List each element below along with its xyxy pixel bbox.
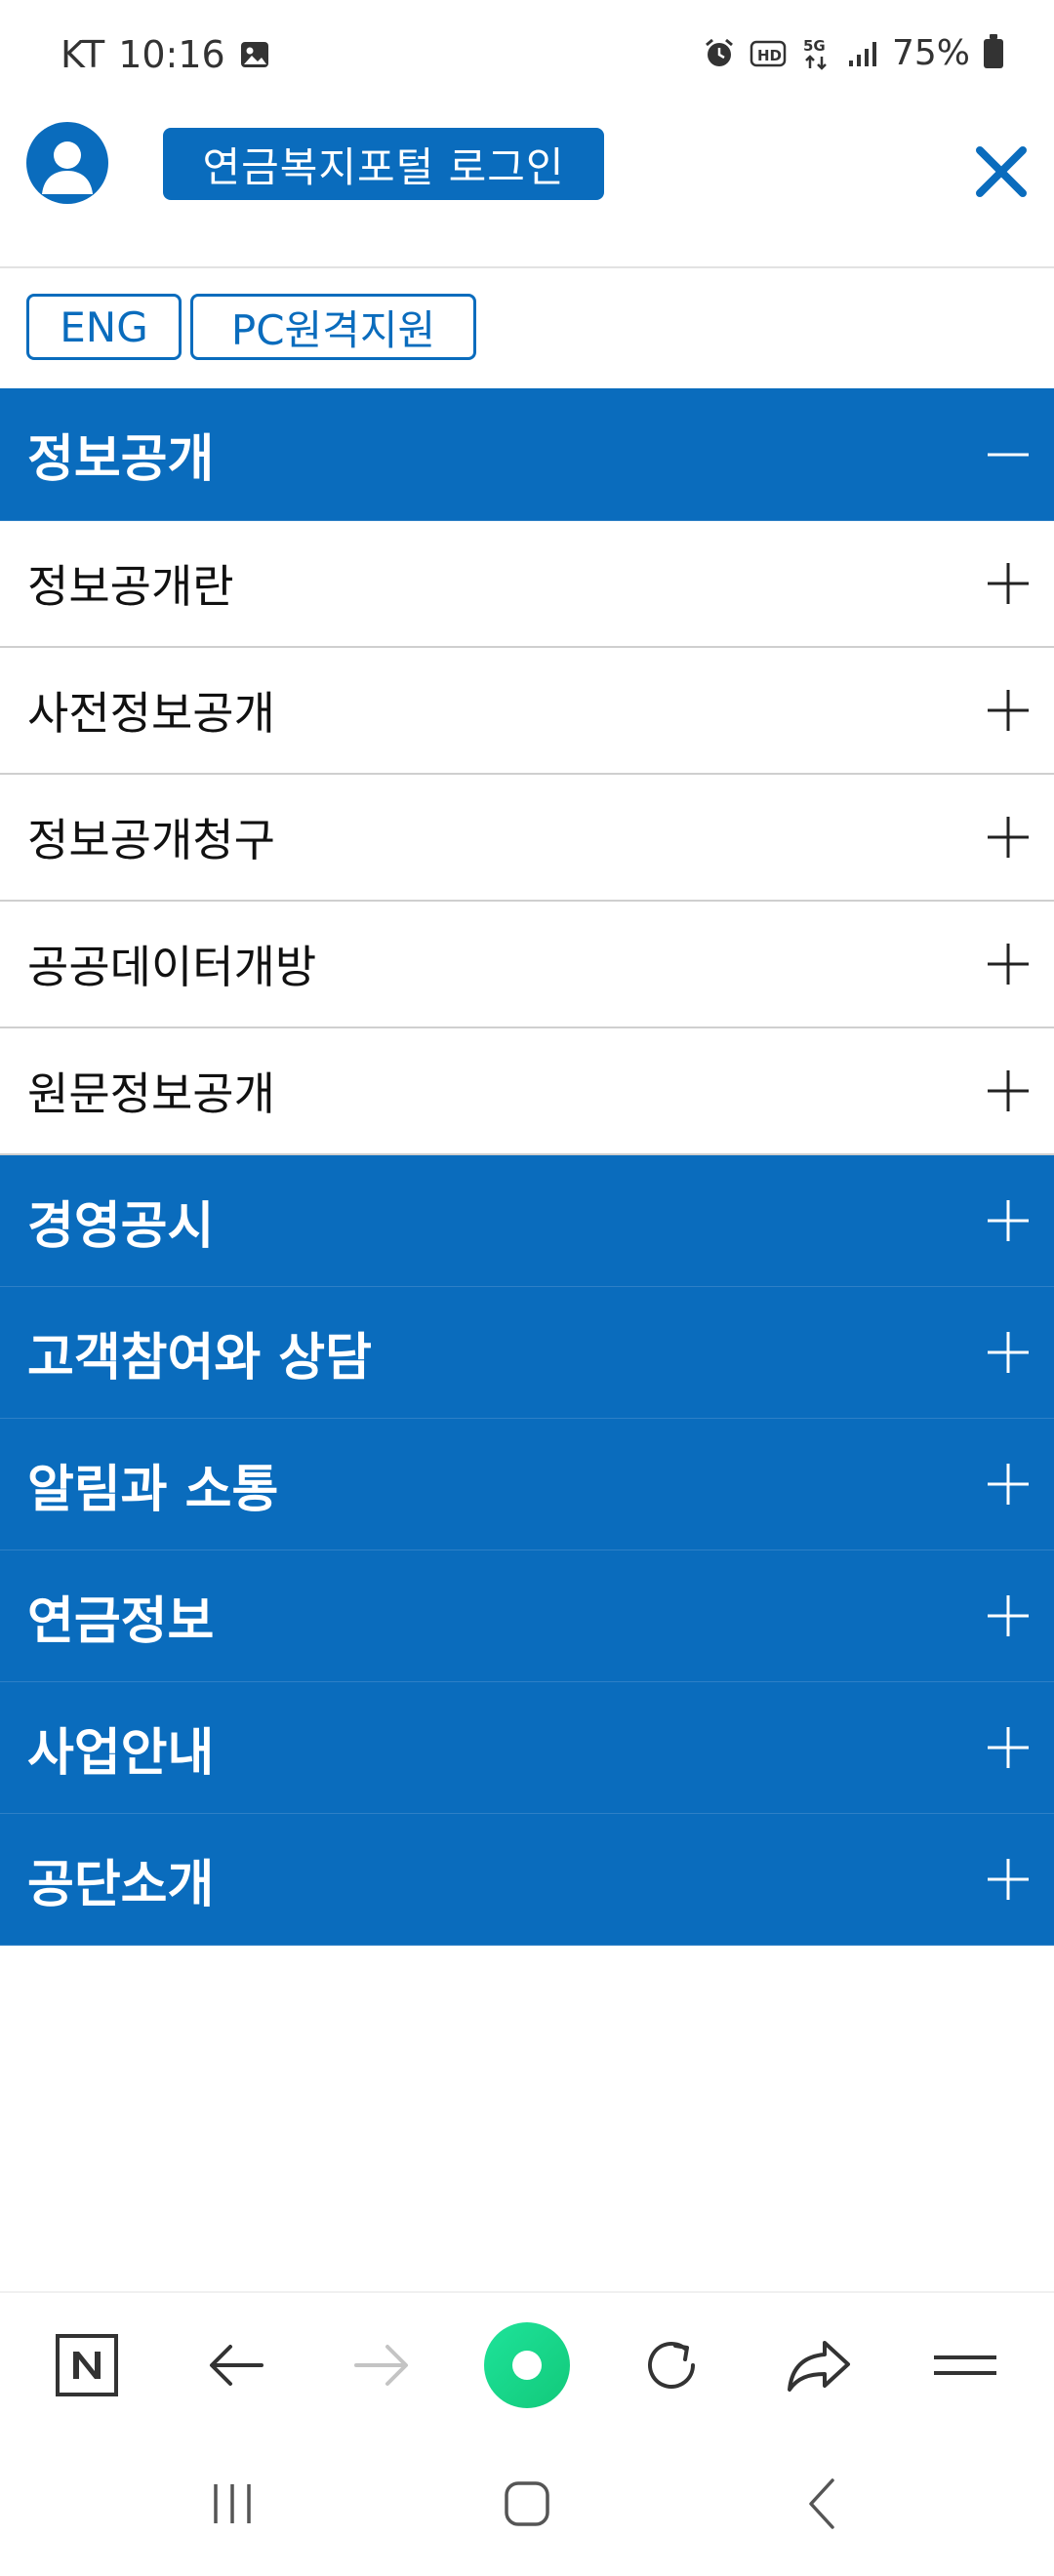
submenu-item-prior-disclosure[interactable]: 사전정보공개 [0,648,1054,775]
menu-section-management-disclosure[interactable]: 경영공시 [0,1155,1054,1287]
menu-section-about[interactable]: 공단소개 [0,1814,1054,1946]
back-arrow-icon[interactable] [182,2293,290,2437]
submenu-item-disclosure-request[interactable]: 정보공개청구 [0,775,1054,902]
submenu-item-label: 공공데이터개방 [27,941,317,993]
svg-text:5G: 5G [803,37,826,55]
plus-icon [988,563,1029,604]
menu-section-label: 사업안내 [27,1723,215,1783]
eng-button[interactable]: ENG [26,294,182,360]
menu-section-label: 알림과 소통 [27,1460,279,1519]
status-bar: KT 10:16 HD 5G 75% [0,0,1054,115]
menu-section-label: 공단소개 [27,1855,215,1914]
menu-header: 연금복지포털 로그인 [0,115,1054,268]
login-button[interactable]: 연금복지포털 로그인 [163,128,604,200]
battery-icon [984,33,1003,68]
close-icon[interactable] [970,141,1033,203]
menu-section-customer-participation[interactable]: 고객참여와 상담 [0,1287,1054,1419]
submenu-item-original-text-disclosure[interactable]: 원문정보공개 [0,1028,1054,1155]
menu-section-label: 경영공시 [27,1196,215,1256]
submenu-item-label: 정보공개란 [27,560,234,613]
battery-label: 75% [891,33,970,73]
status-right: HD 5G 75% [703,33,1003,73]
menu-section-news-communication[interactable]: 알림과 소통 [0,1419,1054,1550]
plus-icon [988,1464,1029,1505]
menu-section-info-disclosure[interactable]: 정보공개 [0,388,1054,521]
menu-section-label: 정보공개 [27,430,215,489]
time-label: 10:16 [118,33,225,76]
image-icon [239,40,270,69]
system-back-icon[interactable] [769,2455,876,2553]
browser-toolbar [0,2291,1054,2437]
status-left: KT 10:16 [61,33,270,76]
plus-icon [988,817,1029,858]
plus-icon [988,1332,1029,1373]
submenu-item-info-disclosure-intro[interactable]: 정보공개란 [0,521,1054,648]
menu-section-label: 연금정보 [27,1591,215,1651]
submenu-item-label: 사전정보공개 [27,687,275,740]
menu-section-pension-info[interactable]: 연금정보 [0,1550,1054,1682]
side-menu: 정보공개 정보공개란 사전정보공개 정보공개청구 공공데이터개방 원문정보공개 … [0,388,1054,1946]
system-navigation-bar [0,2435,1054,2576]
refresh-icon[interactable] [618,2293,725,2437]
hd-icon: HD [750,39,787,68]
plus-icon [988,1859,1029,1900]
submenu-item-label: 정보공개청구 [27,814,275,866]
carrier-label: KT [61,33,105,76]
green-dot-icon[interactable] [473,2293,581,2437]
plus-icon [988,1595,1029,1636]
alarm-icon [703,37,736,70]
menu-section-label: 고객참여와 상담 [27,1328,372,1388]
menu-section-business-guide[interactable]: 사업안내 [0,1682,1054,1814]
pc-remote-support-button[interactable]: PC원격지원 [190,294,476,360]
submenu-item-label: 원문정보공개 [27,1067,275,1120]
menu-icon[interactable] [912,2293,1019,2437]
minus-icon [988,453,1029,456]
share-icon[interactable] [765,2293,872,2437]
naver-icon[interactable] [33,2293,141,2437]
home-icon[interactable] [473,2455,581,2553]
utility-buttons-row: ENG PC원격지원 [0,268,1054,389]
user-avatar-icon[interactable] [26,122,108,204]
5g-icon: 5G [800,35,833,72]
svg-text:HD: HD [757,47,782,64]
plus-icon [988,690,1029,731]
forward-arrow-icon[interactable] [328,2293,435,2437]
plus-icon [988,1200,1029,1241]
plus-icon [988,1070,1029,1111]
plus-icon [988,1727,1029,1768]
submenu-item-open-data[interactable]: 공공데이터개방 [0,902,1054,1028]
recent-apps-icon[interactable] [179,2455,286,2553]
signal-icon [847,39,878,68]
plus-icon [988,944,1029,985]
